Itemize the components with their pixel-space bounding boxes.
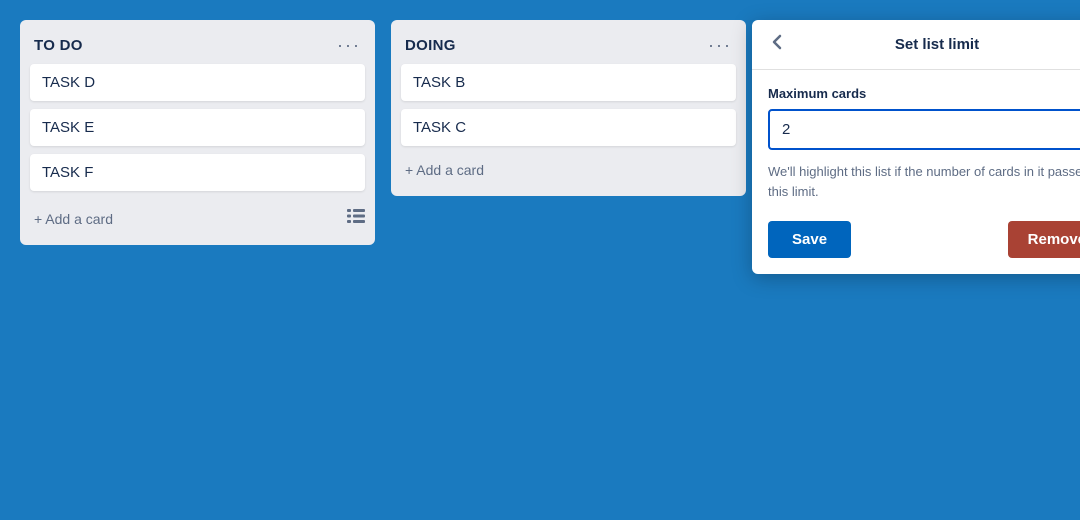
card-task-d[interactable]: TASK D (30, 64, 365, 101)
set-limit-panel: Set list limit ✕ Maximum cards We'll hig… (752, 20, 1080, 274)
panel-actions: Save Remove (768, 221, 1080, 258)
card-task-b[interactable]: TASK B (401, 64, 736, 101)
doing-title: DOING (405, 37, 456, 54)
maximum-cards-input[interactable] (768, 109, 1080, 150)
doing-add-card-button[interactable]: + Add a card (401, 156, 736, 184)
card-task-e[interactable]: TASK E (30, 109, 365, 146)
panel-title: Set list limit (895, 36, 979, 53)
panel-body: Maximum cards We'll highlight this list … (752, 70, 1080, 274)
todo-column: TO DO ··· TASK D TASK E TASK F + Add a c… (20, 20, 375, 245)
todo-list-icon (347, 208, 365, 229)
doing-add-card-label: + Add a card (405, 162, 484, 178)
doing-header: DOING ··· (401, 32, 736, 64)
todo-header: TO DO ··· (30, 32, 365, 64)
card-task-f[interactable]: TASK F (30, 154, 365, 191)
maximum-cards-label: Maximum cards (768, 86, 1080, 101)
panel-header: Set list limit ✕ (752, 20, 1080, 70)
panel-hint: We'll highlight this list if the number … (768, 162, 1080, 201)
save-button[interactable]: Save (768, 221, 851, 258)
todo-footer: + Add a card (30, 203, 365, 233)
todo-menu-icon[interactable]: ··· (337, 36, 361, 54)
done-modal-area: DONE ··· Set list limit ✕ Maximum cards … (762, 20, 1080, 76)
doing-menu-icon[interactable]: ··· (708, 36, 732, 54)
panel-back-button[interactable] (766, 32, 788, 57)
todo-add-card-button[interactable]: + Add a card (30, 205, 117, 233)
remove-button[interactable]: Remove (1008, 221, 1080, 258)
todo-title: TO DO (34, 37, 83, 54)
card-task-c[interactable]: TASK C (401, 109, 736, 146)
doing-column: DOING ··· TASK B TASK C + Add a card (391, 20, 746, 196)
todo-add-card-label: + Add a card (34, 211, 113, 227)
